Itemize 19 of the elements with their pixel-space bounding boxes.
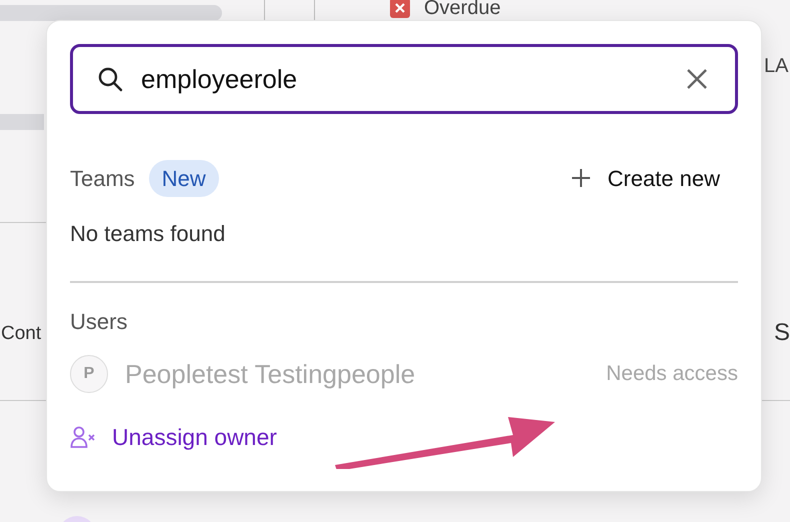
unassign-owner-button[interactable]: Unassign owner — [70, 420, 277, 454]
access-status: Needs access — [606, 361, 738, 388]
clear-icon[interactable] — [686, 68, 708, 90]
new-badge: New — [148, 160, 219, 196]
empty-message: No teams found — [70, 223, 226, 245]
section-heading: Teams — [70, 164, 135, 192]
close-icon — [390, 0, 410, 18]
column-label: LA — [764, 56, 788, 76]
remove-user-icon — [70, 426, 96, 448]
column-label: S — [774, 321, 790, 345]
column-label: Cont — [1, 324, 42, 343]
plus-icon — [571, 168, 592, 188]
section-heading: Users — [70, 311, 128, 333]
create-new-button[interactable]: Create new — [571, 162, 720, 194]
search-field[interactable]: employeerole — [70, 44, 738, 114]
user-name: Peopletest Testingpeople — [125, 358, 416, 390]
avatar-initial: P — [70, 355, 108, 393]
search-icon — [97, 66, 123, 92]
skeleton-bar — [0, 114, 44, 130]
